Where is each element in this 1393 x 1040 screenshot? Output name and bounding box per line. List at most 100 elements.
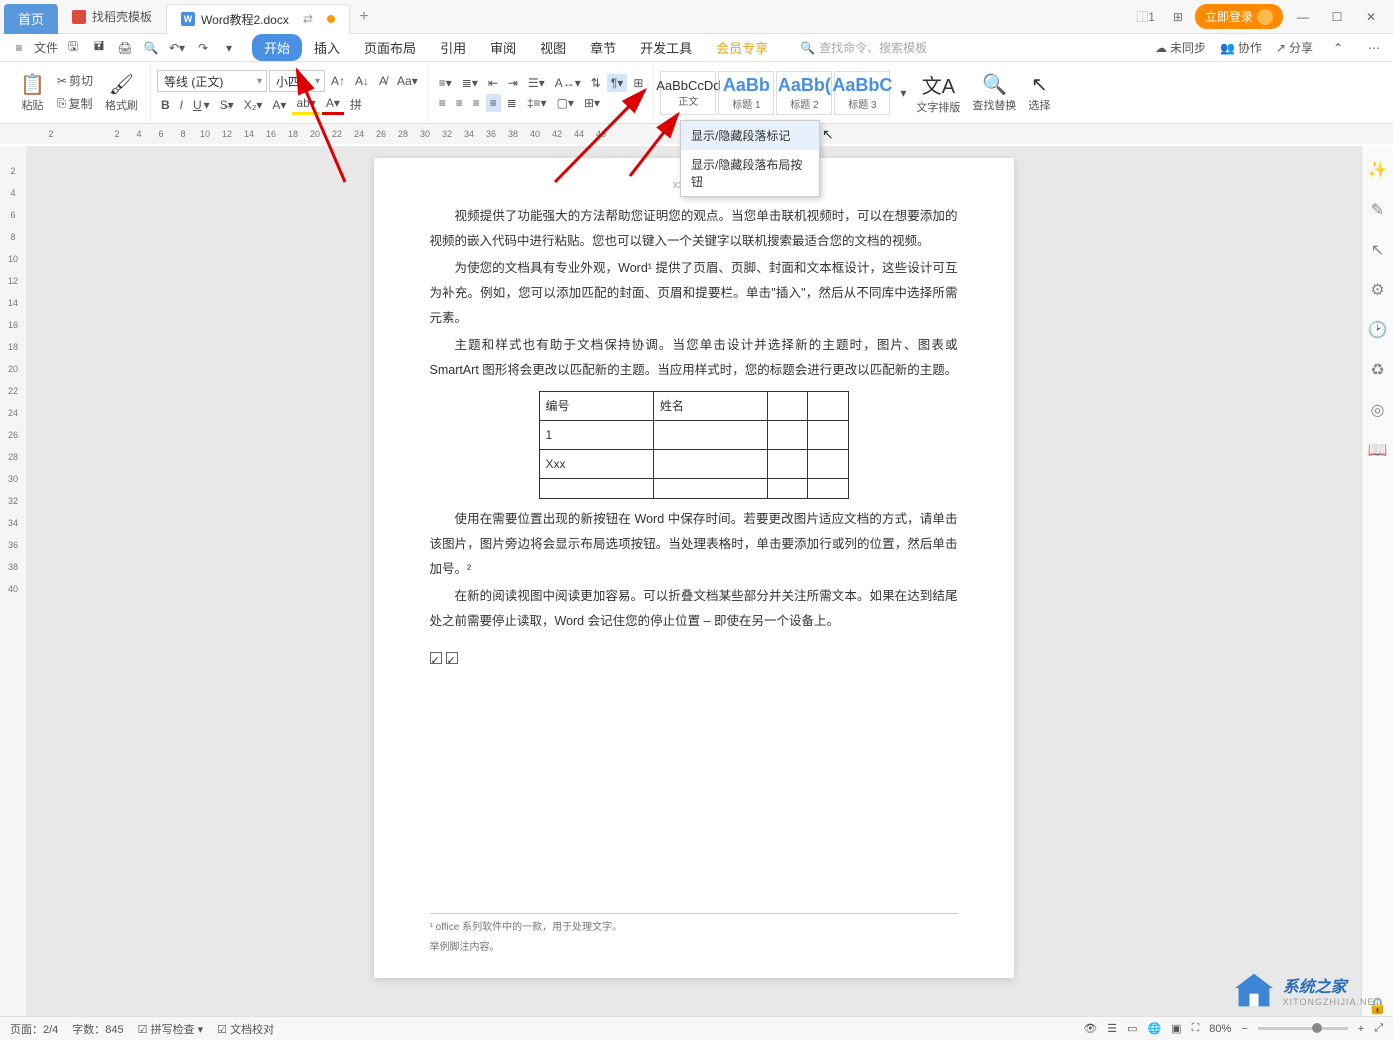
cut-button[interactable]: ✂剪切 [53,70,97,91]
login-button[interactable]: 立即登录 [1195,4,1283,29]
tab-document[interactable]: W Word教程2.docx ⇄ [166,4,350,34]
table-row[interactable] [539,479,848,499]
copy-button[interactable]: ⎘复制 [53,93,97,114]
paragraph[interactable]: 在新的阅读视图中阅读更加容易。可以折叠文档某些部分并关注所需文本。如果在达到结尾… [430,584,958,634]
page-view-icon[interactable]: ▭ [1127,1022,1137,1035]
collapse-ribbon-icon[interactable]: ⌃ [1327,37,1349,59]
sync-status[interactable]: ☁未同步 [1155,39,1206,56]
zoom-slider[interactable] [1258,1027,1348,1030]
numbering-icon[interactable]: ≣▾ [458,74,482,92]
paragraph[interactable]: 视频提供了功能强大的方法帮助您证明您的观点。当您单击联机视频时，可以在想要添加的… [430,204,958,254]
menu-tab-insert[interactable]: 插入 [302,34,352,61]
menu-tab-start[interactable]: 开始 [252,34,302,61]
select-tool-icon[interactable]: ↖ [1371,240,1384,260]
change-case-icon[interactable]: Aa▾ [393,72,422,90]
select-button[interactable]: ↖ 选择 [1022,70,1056,115]
spell-check[interactable]: ☑ 拼写检查 ▾ [138,1021,204,1037]
print-icon[interactable]: 🖨 [114,37,136,59]
qat-dropdown-icon[interactable]: ▾ [218,37,240,59]
table-cell[interactable]: 姓名 [653,392,767,421]
table-cell[interactable] [653,479,767,499]
table-cell[interactable]: Xxx [539,450,653,479]
align-center-icon[interactable]: ≡ [452,94,467,112]
decrease-indent-icon[interactable]: ⇤ [484,74,502,92]
checkbox-content[interactable] [430,648,958,673]
dropdown-toggle-marks[interactable]: 显示/隐藏段落标记 [681,121,819,150]
reading-view-icon[interactable]: ▣ [1171,1022,1181,1035]
align-right-icon[interactable]: ≡ [469,94,484,112]
style-heading1[interactable]: AaBb标题 1 [718,71,774,115]
proofread[interactable]: ☑ 文档校对 [217,1021,274,1037]
menu-tab-reference[interactable]: 引用 [428,34,478,61]
file-menu[interactable]: 文件 [34,37,58,59]
underline-button[interactable]: U▾ [189,96,214,114]
sparkle-icon[interactable]: ✨ [1368,160,1388,180]
tab-home[interactable]: 首页 [4,4,58,34]
table-cell[interactable] [653,450,767,479]
outline-view-icon[interactable]: ☰ [1107,1022,1117,1035]
web-view-icon[interactable]: 🌐 [1147,1022,1161,1035]
undo-icon[interactable]: ↶▾ [166,37,188,59]
share-button[interactable]: ↗分享 [1276,39,1313,56]
pencil-icon[interactable]: ✎ [1371,200,1384,220]
menu-tab-vip[interactable]: 会员专享 [704,34,780,61]
footnote[interactable]: 举例脚注内容。 [430,938,958,958]
paragraph[interactable]: 为使您的文档具有专业外观，Word¹ 提供了页眉、页脚、封面和文本框设计，这些设… [430,256,958,331]
apps-icon[interactable]: ⊞ [1167,7,1189,27]
paragraph[interactable]: 使用在需要位置出现的新按钮在 Word 中保存时间。若要更改图片适应文档的方式，… [430,507,958,582]
transfer-icon[interactable]: ⇄ [303,12,313,26]
table-cell[interactable] [539,479,653,499]
document-area[interactable]: xxx 公司 视频提供了功能强大的方法帮助您证明您的观点。当您单击联机视频时，可… [26,146,1361,1016]
zoom-in-icon[interactable]: + [1358,1023,1364,1035]
save-as-icon[interactable]: 🖬 [88,37,110,59]
settings-sliders-icon[interactable]: ⚙ [1370,280,1384,300]
table-cell[interactable] [808,450,848,479]
table-row[interactable]: Xxx [539,450,848,479]
layout-mode-icon[interactable]: ⿰1 [1130,5,1161,28]
style-heading2[interactable]: AaBb(标题 2 [776,71,832,115]
italic-button[interactable]: I [176,96,187,114]
window-maximize[interactable]: ☐ [1323,10,1351,24]
style-gallery-more-icon[interactable] [771,91,779,95]
hamburger-icon[interactable]: ≡ [8,37,30,59]
window-minimize[interactable]: — [1289,10,1317,24]
format-painter-button[interactable]: 🖌 格式刷 [99,70,144,115]
paste-button[interactable]: 📋 粘贴 [14,70,51,115]
strike-button[interactable]: S̶▾ [216,96,238,114]
zoom-level[interactable]: 80% [1209,1023,1231,1035]
align-justify-icon[interactable]: ≡ [486,94,501,112]
table-cell[interactable] [768,479,808,499]
clock-icon[interactable]: 🕑 [1368,320,1388,340]
align-left-icon[interactable]: ≡ [435,94,450,112]
save-icon[interactable]: 🖫 [62,37,84,59]
table-cell[interactable] [768,450,808,479]
word-count[interactable]: 字数：845 [72,1021,123,1037]
distribute-icon[interactable]: ≣ [503,94,521,112]
footnote[interactable]: ¹ office 系列软件中的一款，用于处理文字。 [430,918,958,938]
paragraph[interactable]: 主题和样式也有助于文档保持协调。当您单击设计并选择新的主题时，图片、图表或 Sm… [430,333,958,383]
menu-tab-review[interactable]: 审阅 [478,34,528,61]
increase-indent-icon[interactable]: ⇥ [504,74,522,92]
fullscreen-icon[interactable]: ⤢ [1374,1022,1383,1035]
menu-tab-view[interactable]: 视图 [528,34,578,61]
new-tab-button[interactable]: + [350,8,378,26]
bold-button[interactable]: B [157,96,174,114]
table-cell[interactable] [768,392,808,421]
redo-icon[interactable]: ↷ [192,37,214,59]
location-icon[interactable]: ◎ [1371,400,1385,420]
clear-format-icon[interactable]: A̸ [375,72,391,90]
table-row[interactable]: 编号姓名 [539,392,848,421]
more-icon[interactable]: ⋯ [1363,37,1385,59]
style-heading3[interactable]: AaBbC标题 3 [834,71,890,115]
tab-template[interactable]: 找稻壳模板 [58,2,166,32]
ruler-vertical[interactable]: 246810121416182022242628303234363840 [0,146,26,1016]
eye-icon[interactable]: 👁 [1083,1022,1097,1035]
print-preview-icon[interactable]: 🔍 [140,37,162,59]
focus-view-icon[interactable]: ⛶ [1192,1022,1200,1035]
menu-tab-devtools[interactable]: 开发工具 [628,34,704,61]
superscript-button[interactable]: X₂▾ [240,96,267,114]
window-close[interactable]: ✕ [1357,10,1385,24]
table-cell[interactable]: 编号 [539,392,653,421]
zoom-out-icon[interactable]: − [1241,1023,1247,1035]
table-cell[interactable] [808,392,848,421]
